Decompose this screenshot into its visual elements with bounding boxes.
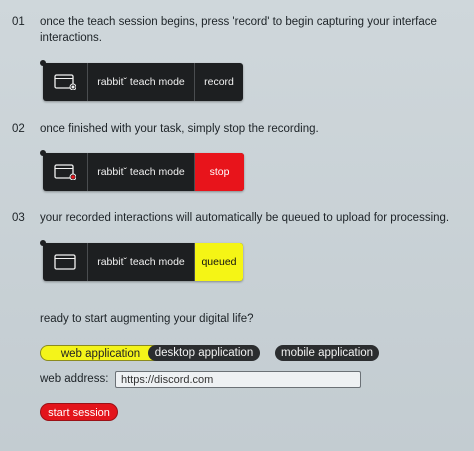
step-number: 02 [12,123,25,135]
screen-icon-cell [43,153,88,191]
app-type-desktop[interactable]: desktop application [148,345,260,361]
screen-icon [54,254,76,270]
web-address-label: web address: [40,373,109,385]
start-session-button[interactable]: start session [40,403,118,421]
app-type-web[interactable]: web application [40,345,161,361]
step-number: 03 [12,212,25,224]
queued-status: queued [195,243,243,281]
teach-mode-label: rabbitˇ teach mode [88,243,195,281]
step-number: 01 [12,16,25,28]
screen-icon-cell [43,243,88,281]
web-address-input[interactable] [115,371,361,388]
record-button[interactable]: record [195,63,243,101]
step-text: your recorded interactions will automati… [40,212,450,224]
teach-mode-widget-stop: rabbitˇ teach mode stop [40,150,244,191]
step-text: once the teach session begins, press 're… [40,16,437,44]
step-text: once finished with your task, simply sto… [40,123,319,135]
teach-mode-widget-record: rabbitˇ teach mode record [40,60,243,101]
stop-button[interactable]: stop [195,153,244,191]
app-type-mobile[interactable]: mobile application [275,345,379,361]
start-prompt: ready to start augmenting your digital l… [40,313,254,325]
teach-mode-label: rabbitˇ teach mode [88,153,195,191]
teach-mode-widget-queued: rabbitˇ teach mode queued [40,240,243,281]
screen-recording-icon [54,164,76,180]
teach-mode-label: rabbitˇ teach mode [88,63,195,101]
screen-icon-cell [43,63,88,101]
screen-icon [54,74,76,90]
